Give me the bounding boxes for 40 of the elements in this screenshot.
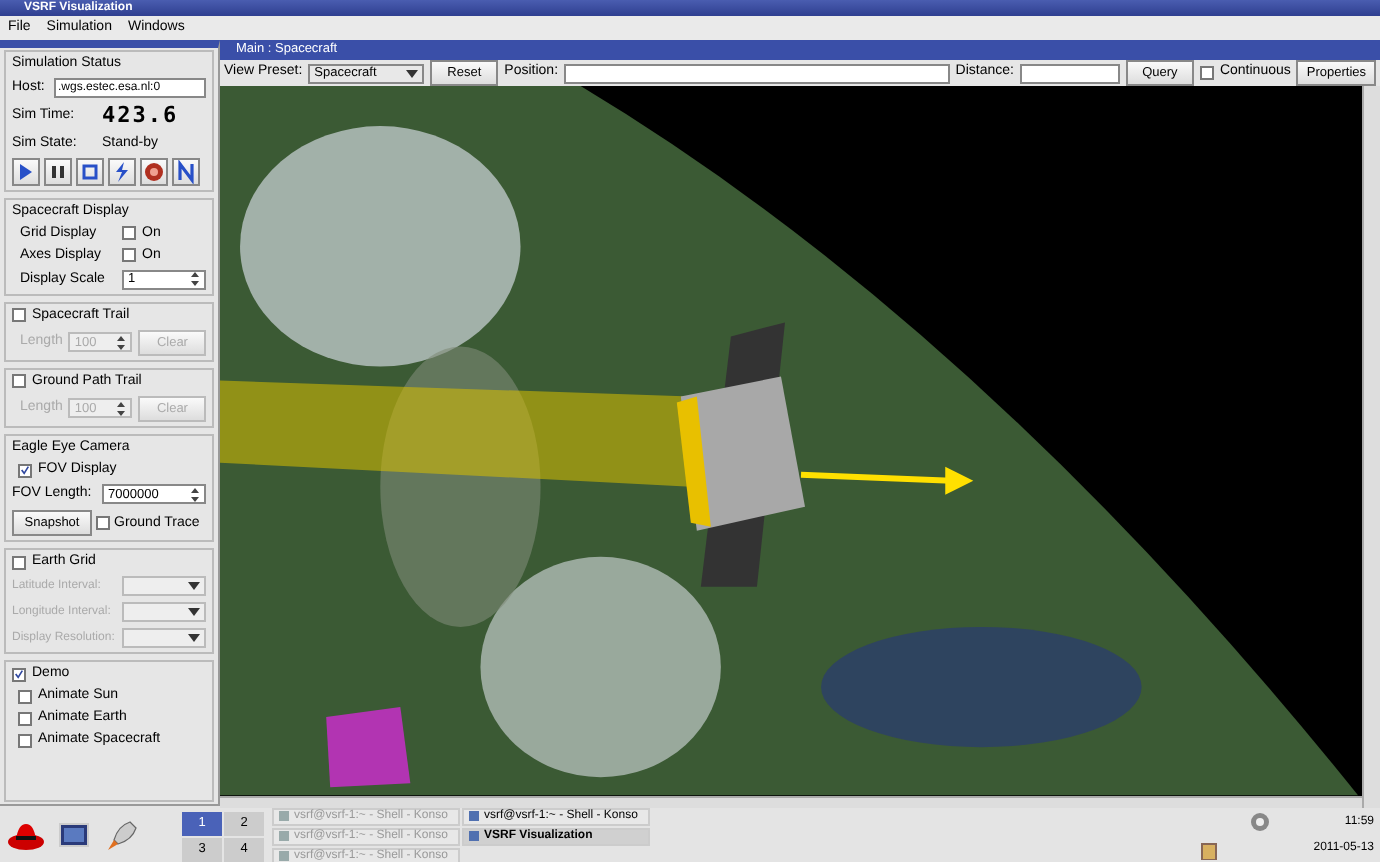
rocket-launcher[interactable] xyxy=(102,816,142,856)
checkbox[interactable] xyxy=(12,374,26,389)
spinner-arrows-icon[interactable] xyxy=(190,270,200,289)
dropdown[interactable] xyxy=(122,628,206,649)
distance-field[interactable] xyxy=(1019,63,1120,83)
stop-icon xyxy=(78,159,102,184)
checkbox[interactable] xyxy=(18,711,32,726)
checkbox[interactable] xyxy=(18,689,32,704)
stop-button[interactable] xyxy=(76,157,104,186)
record-icon xyxy=(142,159,166,184)
clipboard-icon[interactable] xyxy=(1199,842,1218,860)
checkbox[interactable] xyxy=(12,308,26,323)
record-button[interactable] xyxy=(140,157,168,186)
caret-icon[interactable] xyxy=(188,608,200,617)
checkbox[interactable] xyxy=(96,516,110,531)
bolt-icon xyxy=(110,159,134,184)
tray-icon[interactable] xyxy=(1249,812,1270,832)
checkbox[interactable] xyxy=(18,733,32,748)
sim-time-value: 423.6 xyxy=(102,104,179,130)
checkbox[interactable] xyxy=(122,248,136,263)
spinner-arrows-icon[interactable] xyxy=(116,399,127,418)
bolt-button[interactable] xyxy=(108,157,136,186)
caret-icon[interactable] xyxy=(188,634,200,643)
spinner-arrows-icon[interactable] xyxy=(116,333,127,352)
caret-icon[interactable] xyxy=(406,69,419,77)
pause-button[interactable] xyxy=(44,157,72,186)
checkbox[interactable] xyxy=(122,226,136,241)
n-letter-button[interactable] xyxy=(172,157,200,186)
spinner-arrows-icon[interactable] xyxy=(190,485,200,504)
vertical-scrollbar[interactable] xyxy=(1362,86,1380,808)
n-letter-icon xyxy=(174,159,198,184)
checkbox[interactable] xyxy=(1199,66,1214,80)
caret-icon[interactable] xyxy=(188,582,200,591)
checkbox[interactable] xyxy=(12,667,26,682)
dropdown[interactable] xyxy=(122,576,206,597)
play-button[interactable] xyxy=(12,157,40,186)
dropdown[interactable] xyxy=(122,602,206,623)
checkbox[interactable] xyxy=(18,463,32,478)
position-field[interactable] xyxy=(564,63,950,83)
checkbox[interactable] xyxy=(12,555,26,570)
